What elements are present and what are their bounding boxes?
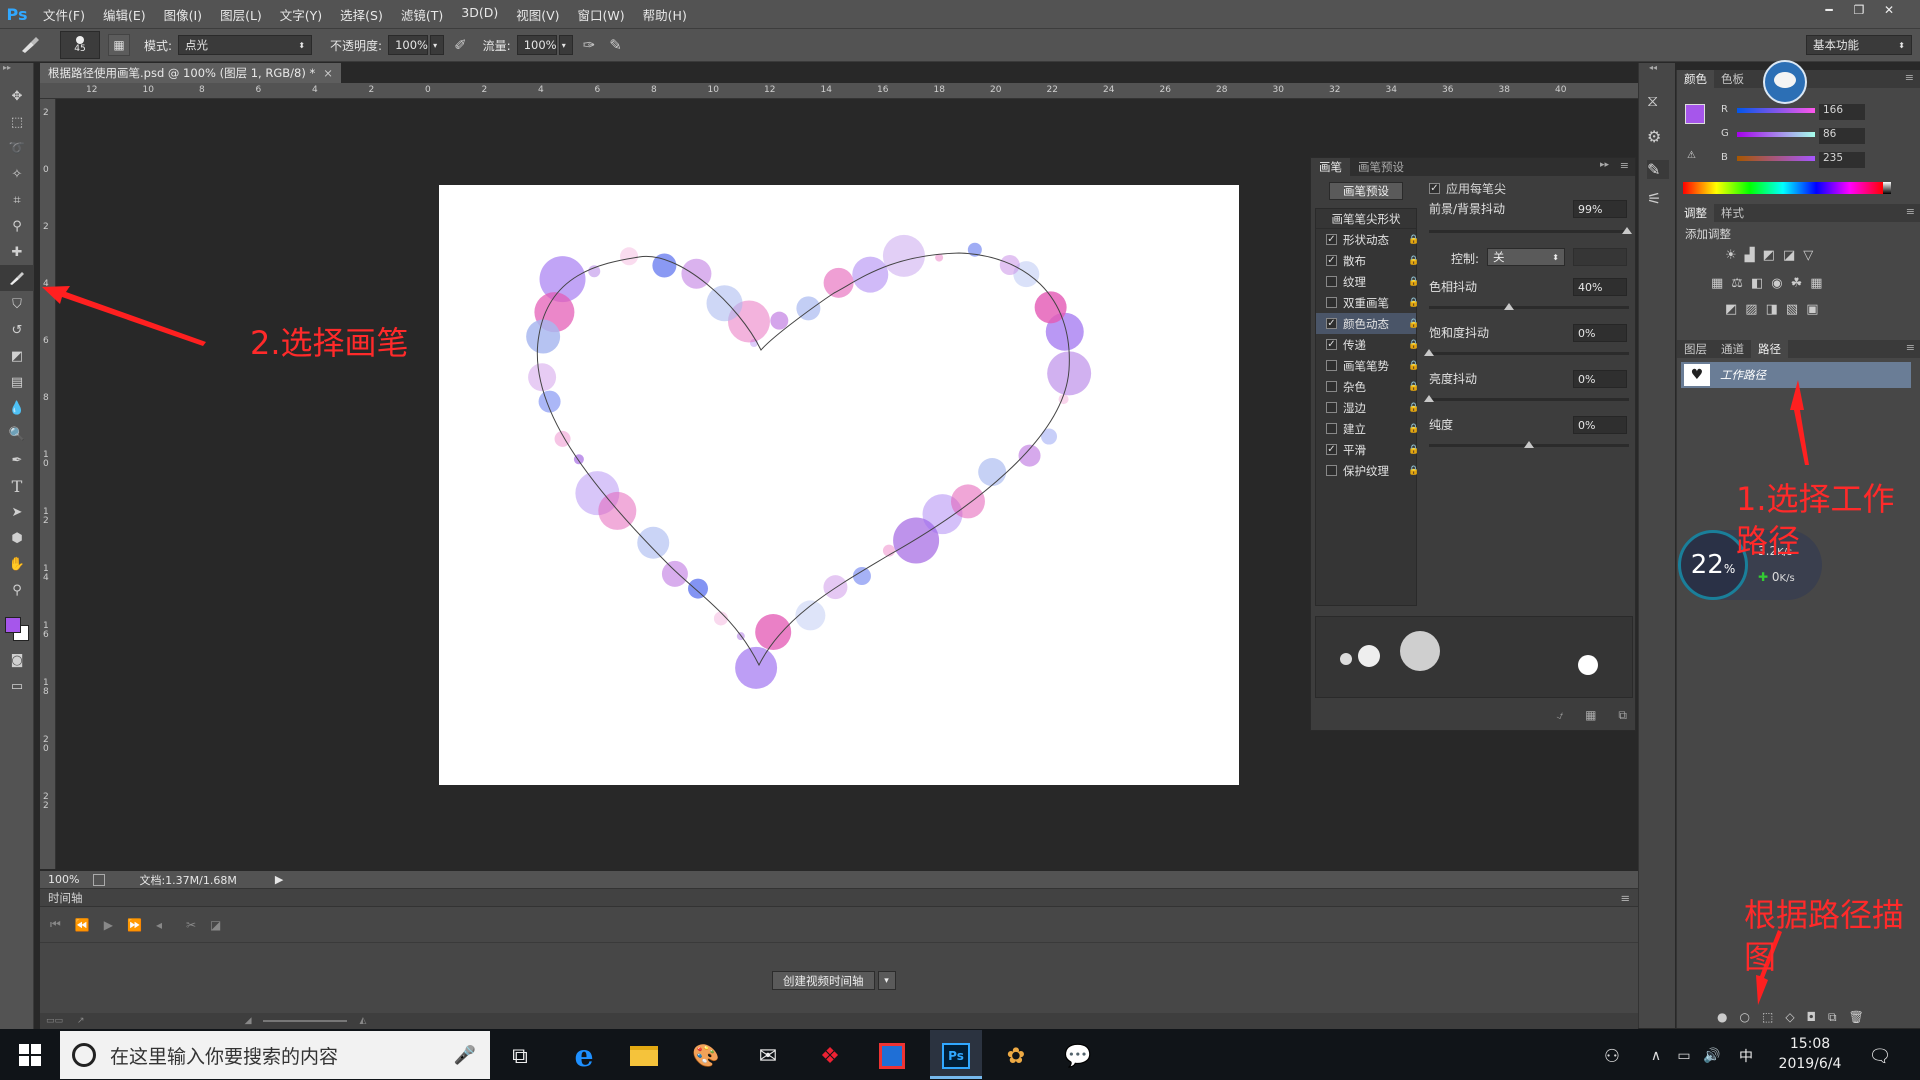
mail-app-icon[interactable]: ✉ [752, 1040, 784, 1072]
annotation-stroke-path: 根据路径描图 [1744, 896, 1905, 976]
clock-time: 15:08 [1789, 1036, 1831, 1052]
arrow-to-brush-tool [42, 286, 206, 346]
app-red-icon[interactable]: ❖ [814, 1040, 846, 1072]
file-explorer-icon[interactable] [628, 1040, 660, 1072]
clock[interactable]: 15:08 2019/6/4 [1770, 1034, 1850, 1074]
store-app-icon[interactable] [876, 1040, 908, 1072]
app-colorful-icon[interactable]: ✿ [1000, 1040, 1032, 1072]
annotation-select-brush: 2.选择画笔 [250, 324, 409, 362]
search-placeholder: 在这里输入你要搜索的内容 [110, 1045, 339, 1068]
paint-app-icon[interactable]: 🎨 [690, 1040, 722, 1072]
ime-indicator[interactable]: 中 [1730, 1040, 1762, 1072]
annotation-select-path: 1.选择工作路径 [1736, 480, 1895, 560]
cortana-icon [72, 1043, 96, 1067]
edge-browser-icon[interactable]: e [568, 1039, 600, 1074]
annotation-arrows [42, 286, 1809, 1005]
taskbar-search-box[interactable]: 在这里输入你要搜索的内容 🎤 [60, 1031, 490, 1079]
photoshop-taskbar-icon[interactable]: Ps [940, 1040, 972, 1072]
wechat-icon[interactable]: 💬 [1062, 1040, 1094, 1072]
volume-icon[interactable]: 🔊 [1696, 1040, 1728, 1072]
action-center-icon[interactable]: 🗨 [1864, 1040, 1896, 1072]
microphone-icon[interactable]: 🎤 [454, 1045, 476, 1066]
task-view-icon[interactable]: ⧉ [504, 1040, 536, 1072]
clock-date: 2019/6/4 [1778, 1056, 1842, 1072]
start-button[interactable] [0, 1043, 60, 1066]
windows-logo-icon [19, 1043, 41, 1066]
arrow-to-work-path [1790, 380, 1809, 465]
people-icon[interactable]: ⚇ [1596, 1040, 1628, 1072]
